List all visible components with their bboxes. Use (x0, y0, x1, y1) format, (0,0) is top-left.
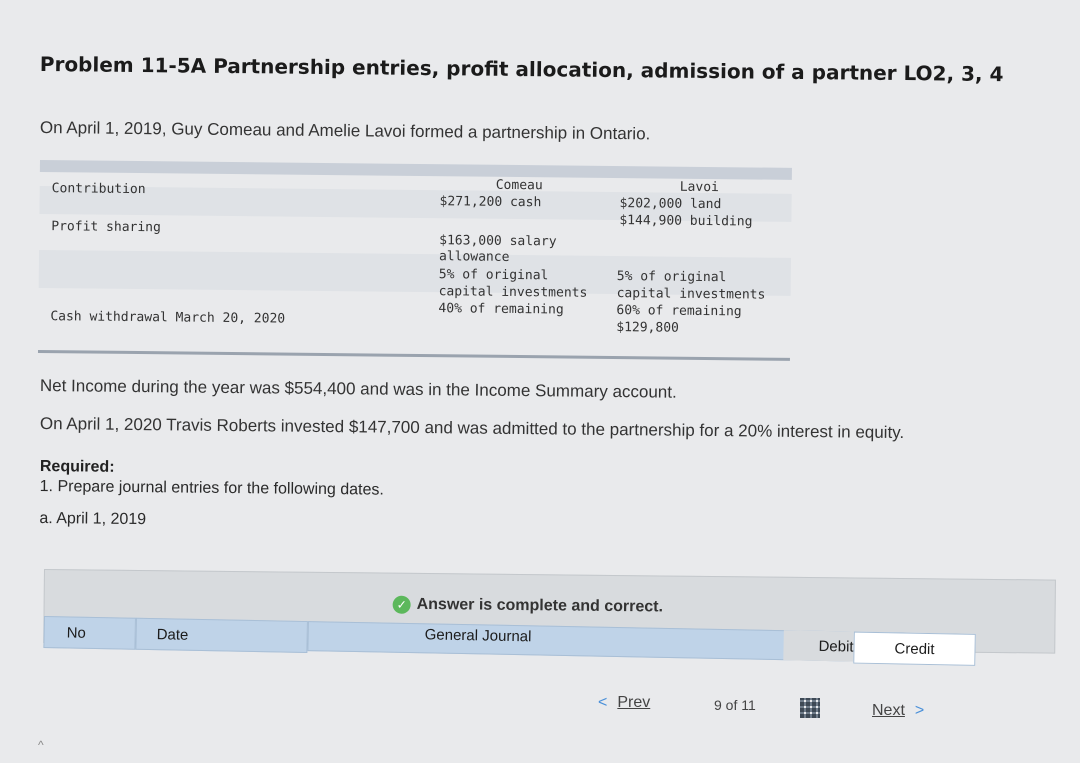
roberts-text: On April 1, 2020 Travis Roberts invested… (39, 414, 905, 443)
prev-label: Prev (617, 694, 651, 711)
comeau-contribution: $271,200 cash (439, 194, 542, 211)
lavoi-contribution-land: $202,000 land (619, 196, 722, 213)
row-label-contribution: Contribution (51, 181, 146, 198)
next-button[interactable]: Next > (872, 702, 924, 720)
col-header-credit: Credit (853, 631, 976, 666)
chevron-right-icon: > (914, 702, 925, 719)
comeau-pct-line-1: 5% of original (438, 267, 549, 284)
prev-button[interactable]: < Prev (598, 694, 650, 712)
caret-up-icon: ^ (38, 738, 44, 752)
lavoi-pct-line-1: 5% of original (616, 269, 727, 286)
lavoi-pct-line-2: capital investments (616, 286, 766, 303)
table-header-bar (39, 160, 792, 180)
intro-text: On April 1, 2019, Guy Comeau and Amelie … (39, 118, 651, 144)
lavoi-remaining: 60% of remaining (616, 303, 742, 320)
grid-icon[interactable] (800, 698, 820, 718)
col-header-date: Date (135, 617, 308, 654)
required-section: Required: 1. Prepare journal entries for… (39, 458, 384, 532)
row-label-profit-sharing: Profit sharing (51, 219, 161, 236)
comeau-pct-line-2: capital investments (438, 284, 588, 301)
date-item: a. April 1, 2019 (39, 509, 147, 529)
page-position: 9 of 11 (714, 697, 756, 713)
row-label-cash-withdrawal: Cash withdrawal March 20, 2020 (50, 309, 286, 327)
answer-status-text: Answer is complete and correct. (416, 595, 664, 616)
table-bottom-rule (37, 349, 790, 361)
checkmark-icon: ✓ (392, 595, 411, 614)
answer-status: ✓ Answer is complete and correct. (392, 595, 664, 617)
net-income-text: Net Income during the year was $554,400 … (39, 376, 677, 402)
comeau-salary-line-2: allowance (438, 249, 510, 265)
col-header-comeau: Comeau (495, 177, 543, 194)
lavoi-withdrawal: $129,800 (616, 320, 679, 336)
required-label: Required: (39, 458, 115, 476)
problem-title: Problem 11-5A Partnership entries, profi… (39, 52, 1004, 87)
comeau-remaining: 40% of remaining (438, 301, 564, 318)
chevron-left-icon: < (598, 694, 608, 711)
col-header-no: No (43, 616, 136, 650)
required-item: 1. Prepare journal entries for the follo… (39, 477, 384, 499)
partnership-terms-table: Contribution Profit sharing Cash withdra… (37, 160, 792, 364)
next-label: Next (872, 702, 905, 719)
col-header-lavoi: Lavoi (679, 179, 719, 196)
lavoi-contribution-building: $144,900 building (619, 213, 753, 230)
